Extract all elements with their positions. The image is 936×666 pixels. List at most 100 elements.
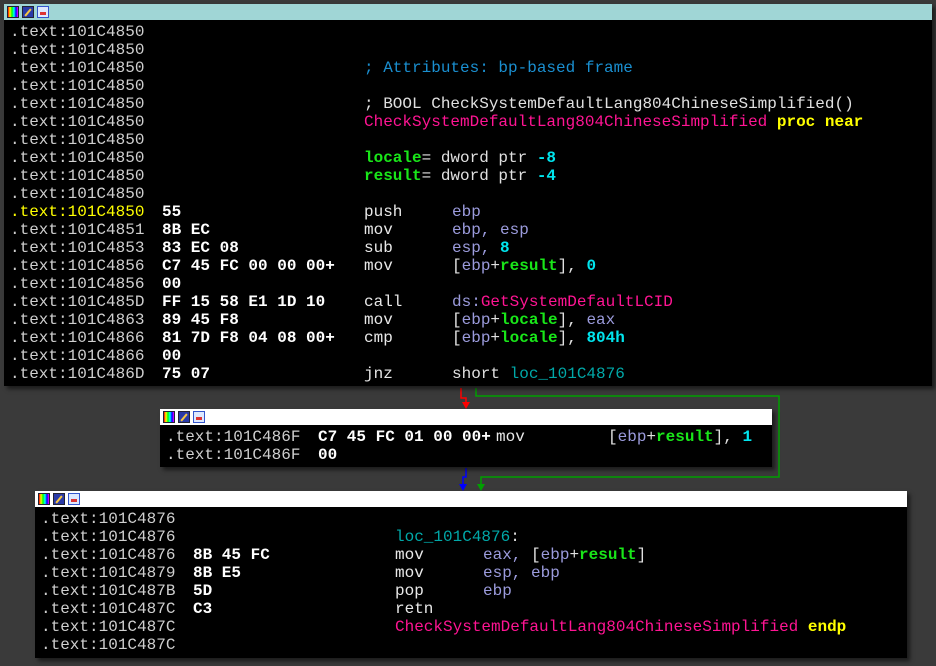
local-variable[interactable]: locale xyxy=(500,329,558,347)
color-palette-icon[interactable] xyxy=(163,411,175,423)
color-palette-icon[interactable] xyxy=(38,493,50,505)
local-variable[interactable]: result xyxy=(579,546,637,564)
edge-true-arrowhead xyxy=(477,484,485,491)
disasm-line[interactable]: .text:101C4856 C7 45 FC 00 00 00+ mov [ebp+… xyxy=(10,257,932,275)
immediate-value: -8 xyxy=(536,149,557,167)
disasm-line[interactable]: .text:101C4866 00 xyxy=(10,347,932,365)
disassembly-lines: .text:101C486F C7 45 FC 01 00 00+ mov [ebp+… xyxy=(160,426,772,464)
disasm-line[interactable]: .text:101C486F C7 45 FC 01 00 00+ mov [ebp+… xyxy=(166,428,772,446)
local-variable[interactable]: result xyxy=(364,167,422,185)
operand-text: + xyxy=(490,311,501,329)
code-label[interactable]: loc_101C4876 xyxy=(510,365,625,383)
local-variable[interactable]: locale xyxy=(500,311,558,329)
disasm-line[interactable]: .text:101C4866 81 7D F8 04 08 00+ cmp [ebp+… xyxy=(10,329,932,347)
operands: [ebp+locale], eax xyxy=(452,311,615,329)
local-variable[interactable]: locale xyxy=(364,149,422,167)
disasm-line[interactable]: .text:101C4850 xyxy=(10,41,932,59)
disasm-line[interactable]: .text:101C4850 CheckSystemDefaultLang804C… xyxy=(10,113,932,131)
register: esp, xyxy=(452,239,501,257)
register: eax xyxy=(586,311,616,329)
disasm-line[interactable]: .text:101C487C xyxy=(41,636,907,654)
disasm-line[interactable]: .text:101C4850 xyxy=(10,23,932,41)
disasm-line[interactable]: .text:101C4850 xyxy=(10,185,932,203)
edge-false-branch xyxy=(460,388,467,404)
operand-text: [ xyxy=(452,329,462,347)
opcode-bytes: 8B 45 FC xyxy=(193,546,270,564)
disasm-line[interactable]: .text:101C487B 5D pop ebp xyxy=(41,582,907,600)
immediate-value: 0 xyxy=(586,257,597,275)
disasm-line[interactable]: .text:101C486D 75 07 jnz short loc_101C4876 xyxy=(10,365,932,383)
operand-text: ], xyxy=(557,311,587,329)
disasm-line[interactable]: .text:101C487C C3 retn xyxy=(41,600,907,618)
address: .text:101C4850 xyxy=(10,149,145,167)
edit-pencil-icon[interactable] xyxy=(53,493,65,505)
code-block-epilogue[interactable]: .text:101C4876 .text:101C4876 loc_101C4876… xyxy=(35,491,907,658)
color-palette-icon[interactable] xyxy=(7,6,19,18)
edit-pencil-icon[interactable] xyxy=(178,411,190,423)
address: .text:101C485D xyxy=(10,293,145,311)
immediate-value: 1 xyxy=(742,428,753,446)
mnemonic: call xyxy=(364,293,403,311)
operand-text: ] xyxy=(636,546,647,564)
block-titlebar[interactable] xyxy=(35,491,907,508)
immediate-value: 8 xyxy=(500,239,510,257)
immediate-value: -4 xyxy=(536,167,557,185)
disasm-line[interactable]: .text:101C485D FF 15 58 E1 1D 10 call ds:Ge… xyxy=(10,293,932,311)
code-block-entry[interactable]: .text:101C4850 .text:101C4850 .text:101C48… xyxy=(4,4,932,386)
function-name[interactable]: GetSystemDefaultLCID xyxy=(481,293,673,311)
block-titlebar[interactable] xyxy=(4,4,932,21)
disasm-line[interactable]: .text:101C4856 00 xyxy=(10,275,932,293)
disasm-line[interactable]: .text:101C4850 locale= dword ptr -8 xyxy=(10,149,932,167)
graph-overview-icon[interactable] xyxy=(193,411,205,423)
operand-text: + xyxy=(490,257,501,275)
mnemonic: jnz xyxy=(364,365,393,383)
disasm-line[interactable]: .text:101C4850 xyxy=(10,77,932,95)
disasm-line[interactable]: .text:101C4853 83 EC 08 sub esp, 8 xyxy=(10,239,932,257)
block-titlebar[interactable] xyxy=(160,409,772,426)
opcode-bytes: C3 xyxy=(193,600,213,618)
address: .text:101C4850 xyxy=(10,41,145,59)
local-variable[interactable]: result xyxy=(500,257,558,275)
function-name[interactable]: CheckSystemDefaultLang804ChineseSimplifi… xyxy=(395,618,798,636)
address: .text:101C4879 xyxy=(41,564,176,582)
disasm-line[interactable]: .text:101C486F 00 xyxy=(166,446,772,464)
disasm-line[interactable]: .text:101C4876 xyxy=(41,510,907,528)
address: .text:101C487C xyxy=(41,600,176,618)
disasm-line[interactable]: .text:101C4850 xyxy=(10,131,932,149)
disasm-line[interactable]: .text:101C4851 8B EC mov ebp, esp xyxy=(10,221,932,239)
operands: locale= dword ptr -8 xyxy=(364,149,556,167)
operands: short loc_101C4876 xyxy=(452,365,625,383)
disasm-line[interactable]: .text:101C4850 ; BOOL CheckSystemDefaultL… xyxy=(10,95,932,113)
function-name[interactable]: CheckSystemDefaultLang804ChineseSimplifi… xyxy=(364,113,767,131)
address: .text:101C487C xyxy=(41,636,176,654)
disasm-line[interactable]: .text:101C487C CheckSystemDefaultLang804C… xyxy=(41,618,907,636)
graph-overview-icon[interactable] xyxy=(37,6,49,18)
address: .text:101C4863 xyxy=(10,311,145,329)
operand-text: short xyxy=(452,365,510,383)
mnemonic: mov xyxy=(364,257,393,275)
disasm-line[interactable]: .text:101C4850 ; Attributes: bp-based fra… xyxy=(10,59,932,77)
mnemonic: mov xyxy=(395,564,424,582)
edit-pencil-icon[interactable] xyxy=(22,6,34,18)
disasm-line[interactable]: .text:101C4850 result= dword ptr -4 xyxy=(10,167,932,185)
operand-text: [ xyxy=(452,311,462,329)
operands: result= dword ptr -4 xyxy=(364,167,556,185)
local-variable[interactable]: result xyxy=(656,428,714,446)
address: .text:101C4876 xyxy=(41,546,176,564)
operand-text: + xyxy=(646,428,657,446)
disasm-line[interactable]: .text:101C4863 89 45 F8 mov [ebp+locale], e… xyxy=(10,311,932,329)
code-block-set-result[interactable]: .text:101C486F C7 45 FC 01 00 00+ mov [ebp+… xyxy=(160,409,772,467)
operand-text: [ xyxy=(608,428,618,446)
disasm-line[interactable]: .text:101C4879 8B E5 mov esp, ebp xyxy=(41,564,907,582)
opcode-bytes: 5D xyxy=(193,582,213,600)
opcode-bytes: 8B E5 xyxy=(193,564,242,582)
operands: [ebp+locale], 804h xyxy=(452,329,625,347)
operand-text: + xyxy=(490,329,501,347)
disasm-line[interactable]: .text:101C4876 8B 45 FC mov eax, [ebp+resul… xyxy=(41,546,907,564)
code-label[interactable]: loc_101C4876 xyxy=(395,528,510,546)
disasm-line[interactable]: .text:101C4876 loc_101C4876: xyxy=(41,528,907,546)
disasm-line[interactable]: .text:101C4850 55 push ebp xyxy=(10,203,932,221)
graph-overview-icon[interactable] xyxy=(68,493,80,505)
address: .text:101C4850 xyxy=(10,77,145,95)
opcode-bytes: FF 15 58 E1 1D 10 xyxy=(162,293,326,311)
